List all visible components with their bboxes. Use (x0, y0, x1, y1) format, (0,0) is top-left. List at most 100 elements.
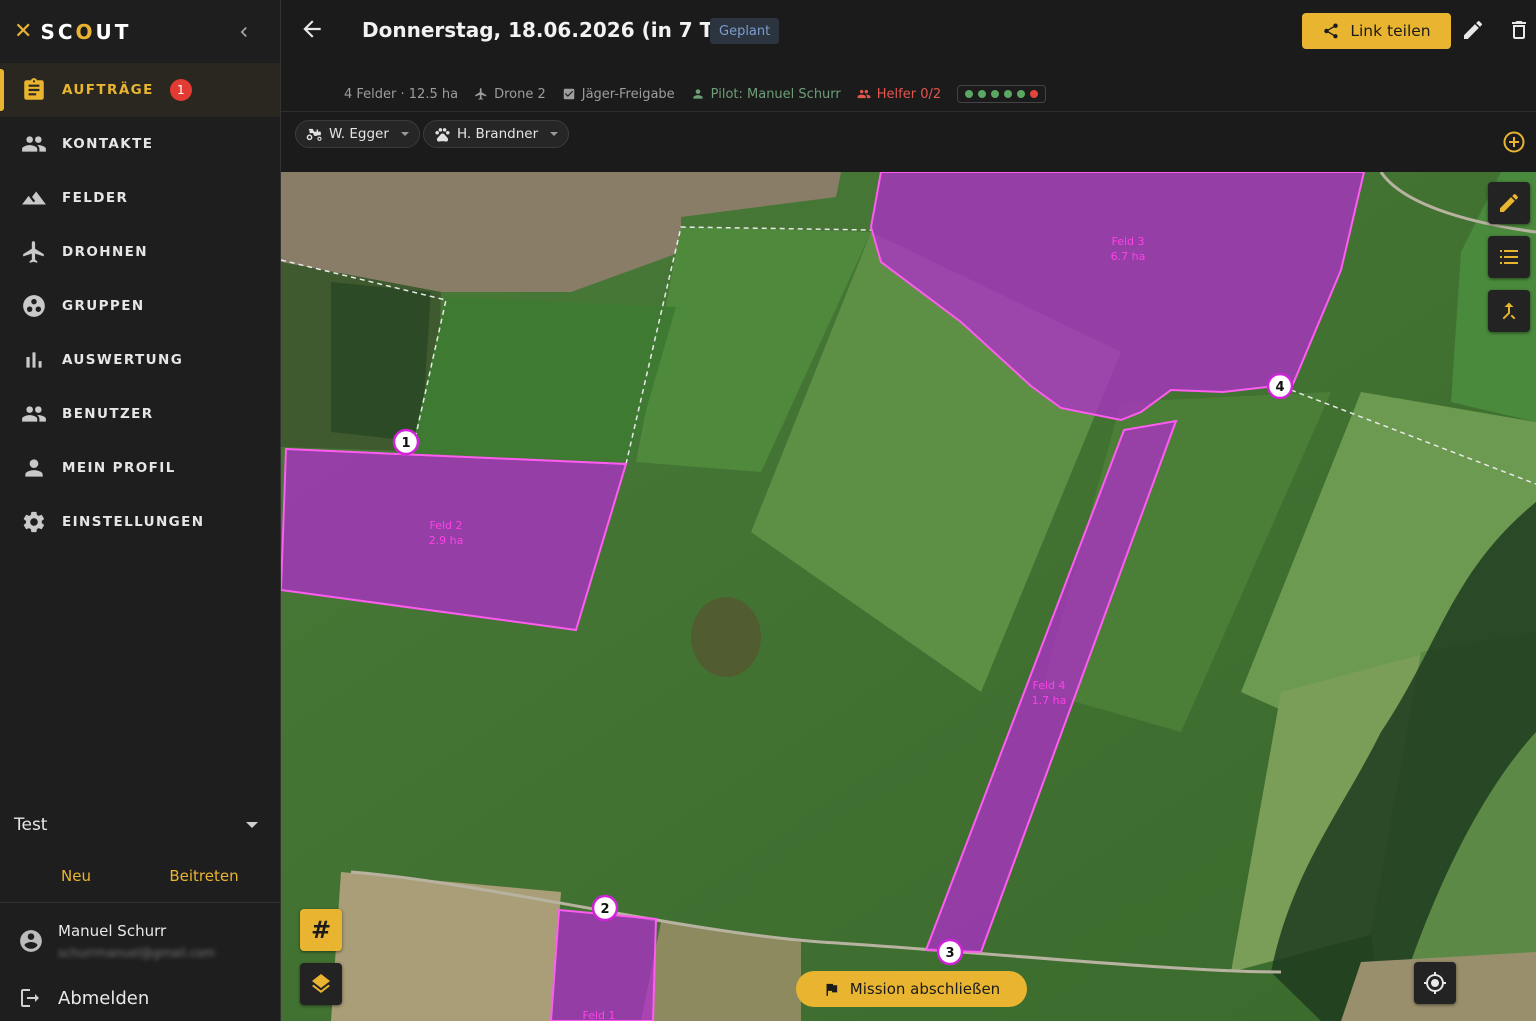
status-badge: Geplant (710, 18, 780, 44)
status-dot (1004, 90, 1013, 98)
layers-button[interactable] (300, 963, 342, 1005)
sidebar-item-label: MEIN PROFIL (62, 460, 176, 476)
sidebar-item-label: AUSWERTUNG (62, 352, 184, 368)
scout-logo-icon: ✕ (14, 19, 33, 44)
svg-text:3: 3 (945, 946, 954, 961)
share-link-label: Link teilen (1350, 22, 1431, 40)
sidebar-item-label: FELDER (62, 190, 129, 206)
pilot-info: Pilot: Manuel Schurr (691, 87, 841, 102)
sidebar-item-label: EINSTELLUNGEN (62, 514, 205, 530)
paw-icon (435, 127, 450, 142)
sidebar-item-label: DROHNEN (62, 244, 148, 260)
status-dots (957, 85, 1047, 103)
drone-label: Drone 2 (494, 86, 546, 102)
mission-header: Donnerstag, 18.06.2026 (in 7 Tagen) Gepl… (281, 0, 1536, 172)
draw-field-button[interactable] (1488, 182, 1530, 224)
svg-text:1: 1 (401, 436, 410, 451)
locate-me-button[interactable] (1414, 962, 1456, 1004)
gear-icon (20, 508, 48, 536)
field-marker-2[interactable]: 2 (591, 894, 619, 922)
pencil-icon (1500, 194, 1518, 212)
add-contact-button[interactable] (1502, 130, 1526, 154)
person-icon (693, 89, 703, 99)
chevron-down-icon (400, 132, 409, 136)
bar-chart-icon (20, 346, 48, 374)
brand[interactable]: ✕ SCOUT (14, 18, 131, 46)
sidebar-item-gruppen[interactable]: GRUPPEN (0, 279, 280, 333)
field-marker-3[interactable]: 3 (936, 938, 964, 966)
sidebar-item-benutzer[interactable]: BENUTZER (0, 387, 280, 441)
map-view[interactable]: Feld 2 2.9 ha Feld 3 6.7 ha Feld 4 1.7 h… (281, 172, 1536, 1021)
helper-info: Helfer 0/2 (857, 87, 941, 102)
person-icon (20, 454, 48, 482)
group-icon (857, 89, 871, 99)
brand-name: SCOUT (40, 20, 132, 44)
user-name: Manuel Schurr (58, 922, 167, 940)
sidebar-item-label: BENUTZER (62, 406, 154, 422)
field-label-4: Feld 4 (1032, 679, 1065, 692)
pencil-icon (1464, 21, 1482, 39)
field-marker-4[interactable]: 4 (1266, 372, 1294, 400)
field-polygon-1[interactable] (549, 908, 658, 1021)
group-actions: Neu Beitreten (0, 857, 280, 895)
group-select[interactable]: Test (0, 800, 280, 850)
field-area-4: 1.7 ha (1032, 694, 1067, 707)
hunter-chip-label: H. Brandner (457, 126, 539, 142)
status-dot (978, 90, 987, 98)
divider (0, 902, 280, 903)
user-email: schurrmanuel@gmail.com (58, 946, 216, 960)
status-dot (1030, 90, 1039, 98)
sidebar-item-mein-profil[interactable]: MEIN PROFIL (0, 441, 280, 495)
sidebar-item-kontakte[interactable]: KONTAKTE (0, 117, 280, 171)
satellite-map[interactable]: Feld 2 2.9 ha Feld 3 6.7 ha Feld 4 1.7 h… (281, 172, 1536, 1021)
field-marker-1[interactable]: 1 (392, 428, 420, 456)
farmer-chip[interactable]: W. Egger (295, 120, 420, 148)
sidebar-item-auswertung[interactable]: AUSWERTUNG (0, 333, 280, 387)
user-info[interactable]: Manuel Schurr schurrmanuel@gmail.com (18, 918, 268, 964)
mission-meta: 4 Felder · 12.5 ha Drone 2 Jäger-Freigab… (344, 84, 1047, 104)
share-link-button[interactable]: Link teilen (1302, 13, 1451, 49)
sidebar-item-auftraege[interactable]: AUFTRÄGE 1 (0, 63, 280, 117)
status-dot (991, 90, 1000, 98)
airplane-icon (475, 88, 487, 100)
new-group-button[interactable]: Neu (0, 857, 152, 895)
terrain-icon (20, 184, 48, 212)
hunter-chip[interactable]: H. Brandner (423, 120, 570, 148)
finish-mission-label: Mission abschließen (849, 980, 1001, 998)
edit-mission-button[interactable] (1461, 18, 1487, 44)
route-button[interactable] (1488, 290, 1530, 332)
delete-mission-button[interactable] (1507, 18, 1533, 44)
status-dot (1017, 90, 1026, 98)
chevron-down-icon (550, 132, 559, 136)
sidebar-item-felder[interactable]: FELDER (0, 171, 280, 225)
contacts-icon (20, 130, 48, 158)
field-label-3: Feld 3 (1111, 235, 1144, 248)
pilot-label: Pilot: Manuel Schurr (710, 86, 841, 102)
sidebar-item-label: KONTAKTE (62, 136, 154, 152)
clipboard-icon (20, 76, 48, 104)
join-group-button[interactable]: Beitreten (152, 857, 256, 895)
status-dot (965, 90, 974, 98)
plus-circle-icon (1503, 131, 1525, 153)
helper-label: Helfer 0/2 (876, 86, 942, 102)
arrow-left-icon (303, 20, 321, 38)
field-list-button[interactable] (1488, 236, 1530, 278)
sidebar-item-drohnen[interactable]: DROHNEN (0, 225, 280, 279)
back-button[interactable] (299, 16, 329, 46)
crosshair-icon (1424, 972, 1446, 994)
numbering-toggle-button[interactable]: # (300, 909, 342, 951)
logout-icon (21, 989, 39, 1007)
hash-icon: # (310, 916, 332, 944)
trash-icon (1512, 21, 1526, 39)
checkbox-checked-icon (563, 88, 574, 100)
merge-route-icon (1502, 302, 1516, 320)
logout-button[interactable]: Abmelden (18, 982, 149, 1014)
collapse-sidebar-button[interactable] (232, 20, 256, 44)
finish-mission-button[interactable]: Mission abschließen (796, 971, 1027, 1007)
field-area-3: 6.7 ha (1111, 250, 1146, 263)
field-summary: 4 Felder · 12.5 ha (344, 86, 459, 102)
notification-badge: 1 (169, 79, 192, 101)
airplane-icon (20, 238, 48, 266)
list-icon (1500, 250, 1518, 264)
sidebar-item-einstellungen[interactable]: EINSTELLUNGEN (0, 495, 280, 549)
